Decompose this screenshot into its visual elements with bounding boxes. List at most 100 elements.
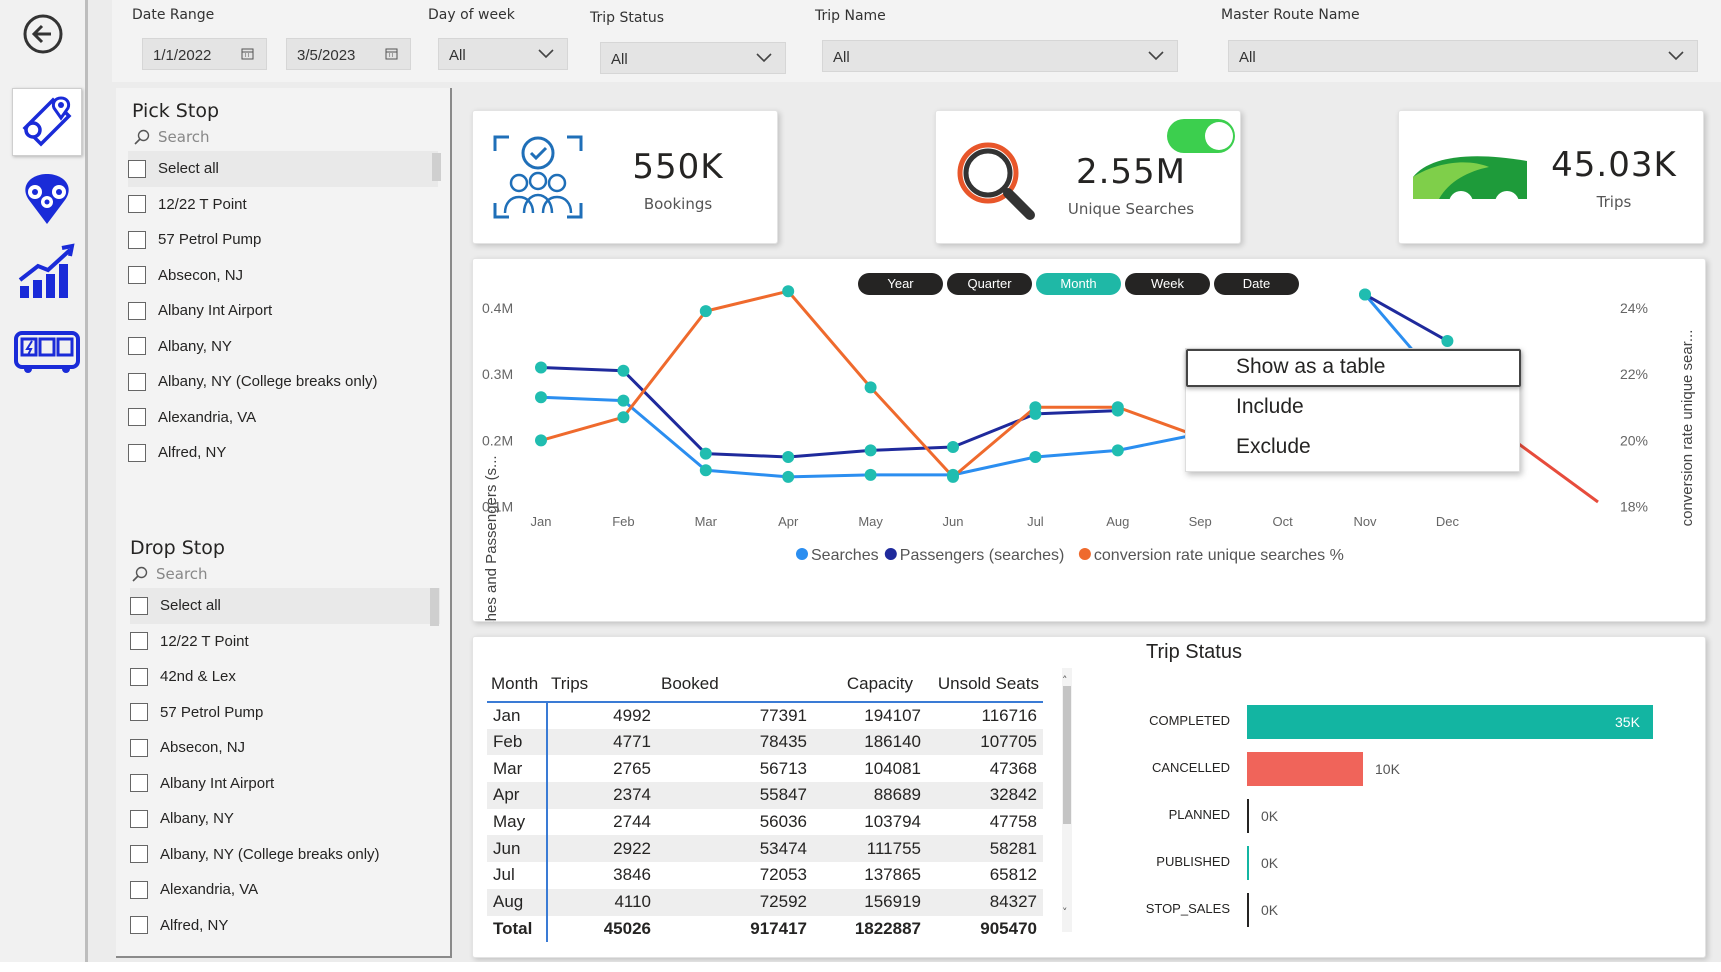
x-tick-label: Apr: [778, 514, 799, 529]
y-tick-label: 0.2M: [482, 432, 513, 448]
y2-tick-label: 22%: [1620, 366, 1648, 382]
checkbox[interactable]: [128, 443, 146, 462]
list-item[interactable]: Alfred, NY: [130, 908, 440, 944]
scroll-up-icon[interactable]: ˄: [1062, 674, 1068, 687]
checkbox[interactable]: [130, 703, 148, 722]
table-row[interactable]: Jan 4992 77391 194107 116716: [487, 702, 1043, 729]
table-cell: 3846: [613, 865, 651, 885]
scroll-down-icon[interactable]: ˅: [1062, 906, 1068, 919]
pick-stop-scrollbar[interactable]: [432, 153, 441, 181]
back-icon[interactable]: [8, 0, 78, 68]
checkbox[interactable]: [130, 596, 148, 615]
list-item-label: Alexandria, VA: [158, 408, 257, 426]
left-nav: [0, 0, 88, 972]
bar[interactable]: [1247, 705, 1653, 739]
menu-item-show-as-table[interactable]: Show as a table: [1236, 355, 1385, 379]
list-item[interactable]: Alexandria, VA: [130, 872, 440, 908]
bar[interactable]: [1247, 752, 1363, 786]
list-item[interactable]: Albany, NY (College breaks only): [130, 837, 440, 873]
column-header[interactable]: Booked: [657, 666, 813, 702]
list-item-label: Albany, NY: [160, 810, 234, 828]
checkbox[interactable]: [130, 845, 148, 864]
column-header[interactable]: Capacity: [813, 666, 927, 702]
checkbox[interactable]: [130, 738, 148, 757]
checkbox[interactable]: [128, 266, 146, 285]
checkbox[interactable]: [128, 408, 146, 427]
x-tick-label: Jul: [1027, 514, 1044, 529]
menu-item-exclude[interactable]: Exclude: [1236, 435, 1311, 459]
bar[interactable]: [1247, 893, 1249, 927]
pick-stop-search[interactable]: Search: [134, 128, 210, 146]
table-row[interactable]: Feb 4771 78435 186140 107705: [487, 728, 1043, 756]
list-item[interactable]: Albany, NY (College breaks only): [128, 364, 438, 400]
list-item[interactable]: 12/22 T Point: [128, 187, 438, 223]
list-item[interactable]: Absecon, NJ: [130, 730, 440, 766]
list-item[interactable]: Albany Int Airport: [130, 766, 440, 802]
date-end-input[interactable]: 3/5/2023: [286, 38, 411, 70]
list-item[interactable]: 57 Petrol Pump: [130, 695, 440, 731]
date-start-input[interactable]: 1/1/2022: [142, 38, 267, 70]
list-item[interactable]: Albany, NY: [128, 329, 438, 365]
table-row[interactable]: Jul 3846 72053 137865 65812: [487, 862, 1043, 889]
list-item[interactable]: 57 Petrol Pump: [128, 222, 438, 258]
table-scrollbar[interactable]: [1062, 668, 1072, 932]
checkbox[interactable]: [128, 372, 146, 391]
checkbox[interactable]: [128, 301, 146, 320]
locations-icon[interactable]: [12, 164, 82, 232]
checkbox[interactable]: [130, 667, 148, 686]
table-row[interactable]: May 2744 56036 103794 47758: [487, 808, 1043, 836]
checkbox[interactable]: [130, 809, 148, 828]
toggle-switch[interactable]: [1167, 119, 1235, 153]
bar[interactable]: [1247, 799, 1249, 833]
table-row[interactable]: Mar 2765 56713 104081 47368: [487, 755, 1043, 783]
checkbox[interactable]: [128, 337, 146, 356]
checkbox[interactable]: [128, 230, 146, 249]
table-total-cell: 905470: [927, 915, 1043, 943]
bar[interactable]: [1247, 846, 1249, 880]
list-item[interactable]: Alexandria, VA: [128, 400, 438, 436]
list-item[interactable]: 12/22 T Point: [130, 624, 440, 660]
column-header[interactable]: Unsold Seats: [927, 666, 1043, 702]
day-of-week-dropdown[interactable]: All: [438, 38, 568, 70]
list-item[interactable]: Select all: [128, 151, 438, 187]
bus-icon[interactable]: [12, 318, 82, 386]
checkbox[interactable]: [128, 159, 146, 178]
date-range-label: Date Range: [132, 7, 215, 23]
growth-chart-icon[interactable]: [12, 236, 82, 304]
y2-tick-label: 18%: [1620, 499, 1648, 515]
bookings-card: 550K Bookings: [472, 110, 778, 244]
checkbox[interactable]: [130, 880, 148, 899]
checkbox[interactable]: [130, 916, 148, 935]
trip-name-dropdown[interactable]: All: [822, 40, 1178, 72]
bar-value-label: 0K: [1261, 902, 1279, 918]
search-icon: [132, 566, 148, 582]
route-icon[interactable]: [12, 88, 82, 156]
magnifier-icon: [950, 137, 1042, 231]
checkbox[interactable]: [128, 195, 146, 214]
checkbox[interactable]: [130, 632, 148, 651]
list-item[interactable]: Absecon, NJ: [128, 258, 438, 294]
menu-item-include[interactable]: Include: [1236, 395, 1304, 419]
drop-stop-scrollbar[interactable]: [430, 588, 439, 626]
table-row[interactable]: Apr 2374 55847 88689 32842: [487, 782, 1043, 809]
x-tick-label: May: [858, 514, 883, 529]
calendar-icon[interactable]: [241, 47, 254, 64]
list-item[interactable]: Select all: [130, 588, 440, 624]
column-header[interactable]: Trips: [547, 666, 657, 702]
y2-axis-title: conversion rate unique sear...: [1679, 330, 1696, 527]
trip-status-dropdown[interactable]: All: [600, 42, 786, 74]
drop-stop-list: Select all 12/22 T Point 42nd & Lex 57 P…: [130, 588, 440, 943]
table-scroll-thumb[interactable]: [1063, 686, 1071, 824]
column-header[interactable]: Month: [487, 666, 547, 702]
master-route-dropdown[interactable]: All: [1228, 40, 1698, 72]
calendar-icon[interactable]: [385, 47, 398, 64]
list-item[interactable]: 42nd & Lex: [130, 659, 440, 695]
table-row[interactable]: Jun 2922 53474 111755 58281: [487, 835, 1043, 863]
list-item[interactable]: Albany Int Airport: [128, 293, 438, 329]
pick-stop-list: Select all 12/22 T Point 57 Petrol Pump …: [128, 151, 438, 471]
checkbox[interactable]: [130, 774, 148, 793]
list-item[interactable]: Albany, NY: [130, 801, 440, 837]
list-item[interactable]: Alfred, NY: [128, 435, 438, 471]
table-row[interactable]: Aug 4110 72592 156919 84327: [487, 888, 1043, 916]
drop-stop-search[interactable]: Search: [132, 565, 208, 583]
